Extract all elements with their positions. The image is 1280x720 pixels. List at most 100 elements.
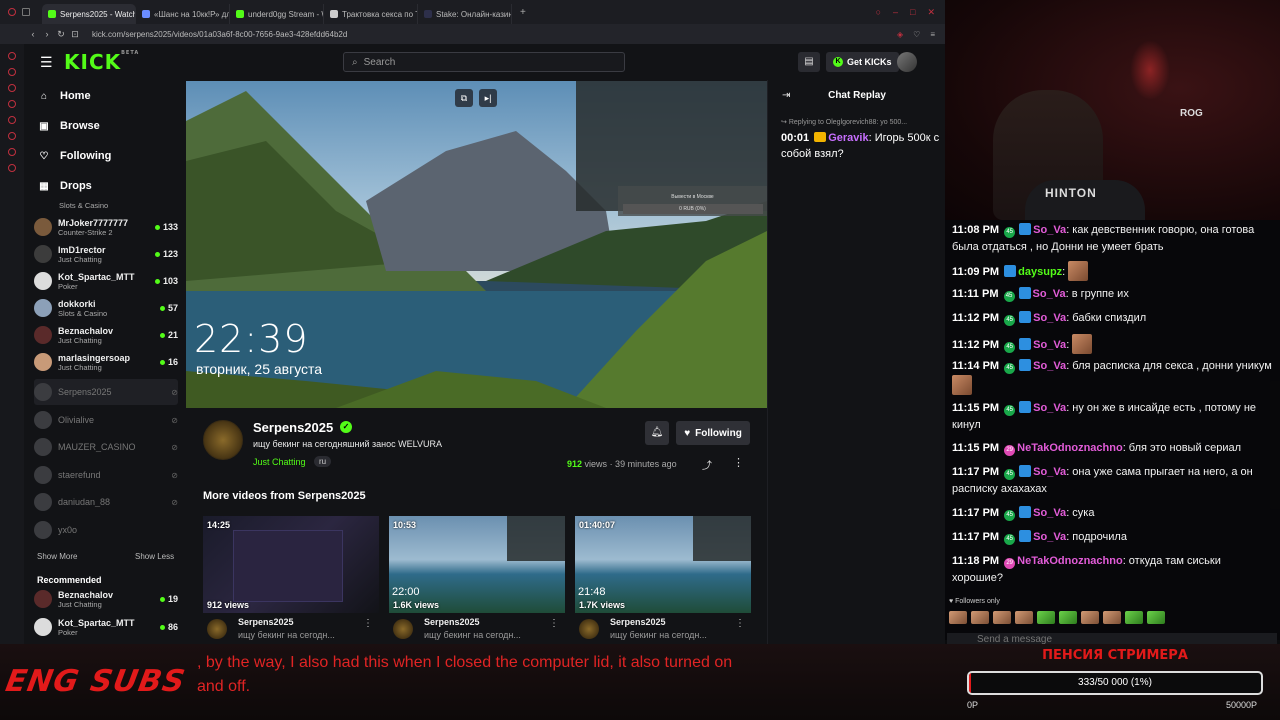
more-videos-heading: More videos from Serpens2025 — [203, 490, 366, 502]
chat-message: 11:18 PM 29 NeTakOdnoznachno: откуда там … — [952, 555, 1221, 584]
channel-item[interactable]: MrJoker7777777 Counter-Strike 2 133 — [34, 214, 178, 240]
channel-item[interactable]: Beznachalov Just Chatting 21 — [34, 322, 178, 348]
minimize-icon[interactable]: – — [893, 7, 898, 18]
skip-icon[interactable]: ▸| — [479, 89, 497, 107]
goal-title: ПЕНСИЯ СТРИМЕРА — [1042, 648, 1188, 663]
emote-icon[interactable] — [1015, 611, 1033, 624]
reload-icon[interactable]: ↻ — [54, 29, 68, 40]
emote-icon[interactable] — [949, 611, 967, 624]
follow-button[interactable]: ♥ Following — [676, 421, 750, 445]
emote-icon[interactable] — [971, 611, 989, 624]
get-kicks-button[interactable]: K Get KICKs — [826, 52, 899, 72]
maximize-icon[interactable]: □ — [910, 7, 915, 18]
close-icon[interactable]: ✕ — [927, 7, 935, 18]
heart-icon[interactable]: ♡ — [913, 30, 920, 39]
live-dot-icon — [154, 278, 160, 284]
show-less-button[interactable]: Show Less — [135, 552, 174, 561]
browser-controls — [0, 8, 42, 16]
emote-icon[interactable] — [993, 611, 1011, 624]
language-tag[interactable]: ru — [314, 456, 332, 467]
browser-tab[interactable]: underd0gg Stream - Watc — [230, 4, 324, 24]
emote-icon[interactable] — [1081, 611, 1099, 624]
video-card[interactable]: 14:25 912 views Serpens2025 ищу бекинг на… — [203, 516, 379, 645]
channel-name[interactable]: Serpens2025 — [253, 420, 333, 435]
more-options-icon[interactable]: ⋮ — [735, 618, 745, 629]
tabs-icon[interactable] — [22, 8, 30, 16]
emote-icon[interactable] — [1125, 611, 1143, 624]
search-tabs-icon[interactable]: ○ — [876, 7, 881, 18]
sidebar-app-icon[interactable] — [8, 100, 16, 108]
emote-icon[interactable] — [1059, 611, 1077, 624]
adblock-icon[interactable]: ◈ — [897, 30, 903, 39]
stream-category[interactable]: Just Chatting — [253, 457, 306, 467]
search-bar[interactable]: ⌕ — [343, 52, 625, 72]
more-options-icon[interactable]: ⋮ — [363, 618, 373, 629]
notification-bell-button[interactable]: 🔔︎ — [645, 421, 669, 445]
dashboard-icon[interactable]: ▤ — [798, 52, 820, 72]
chat-replay-panel: ⇥ Chat Replay ↪ Replying to Oleglgorevic… — [767, 80, 945, 644]
video-card[interactable]: 21:48 01:40:07 1.7K views Serpens2025 ищу… — [575, 516, 751, 645]
sidebar-app-icon[interactable] — [8, 132, 16, 140]
channel-item[interactable]: ImD1rector Just Chatting 123 — [34, 241, 178, 267]
channel-item-offline[interactable]: daniudan_88 ⊘ — [34, 489, 178, 515]
channel-item-offline[interactable]: Serpens2025 ⊘ — [34, 379, 178, 405]
sub-badge-icon: 45 — [1004, 534, 1016, 545]
sidebar-app-icon[interactable] — [8, 84, 16, 92]
show-more-button[interactable]: Show More — [37, 552, 77, 561]
sidebar-app-icon[interactable] — [8, 52, 16, 60]
avatar — [34, 326, 52, 344]
channel-avatar[interactable] — [203, 420, 243, 460]
kick-logo[interactable]: KICKBETA — [64, 50, 139, 74]
sidebar-item-home[interactable]: ⌂ Home — [38, 90, 91, 102]
browser-tab[interactable]: Stake: Онлайн-казино и с — [418, 4, 512, 24]
emote-icon[interactable] — [1147, 611, 1165, 624]
channel-item-offline[interactable]: yx0o — [34, 517, 178, 543]
offline-icon: ⊘ — [171, 470, 178, 480]
emote-icon[interactable] — [1103, 611, 1121, 624]
video-thumbnail[interactable]: 14:25 912 views — [203, 516, 379, 613]
channel-item-offline[interactable]: MAUZER_CASINO ⊘ — [34, 434, 178, 460]
more-options-icon[interactable]: ⋮ — [733, 456, 744, 469]
video-thumbnail[interactable]: 21:48 01:40:07 1.7K views — [575, 516, 751, 613]
channel-item[interactable]: Kot_Spartac_MTT Poker 86 — [34, 614, 178, 640]
pickaxe-badge-icon — [1019, 465, 1032, 477]
menu-icon[interactable]: ≡ — [930, 30, 935, 39]
back-icon[interactable]: ‹ — [26, 29, 40, 39]
video-thumbnail[interactable]: 22:00 10:53 1.6K views — [389, 516, 565, 613]
sidebar-item-following[interactable]: ♡ Following — [38, 150, 112, 162]
opera-icon[interactable] — [8, 8, 16, 16]
emote-icon[interactable] — [1037, 611, 1055, 624]
video-player[interactable]: Вывести в Москве 0 RUB (0%) 22:39 вторник… — [186, 81, 767, 408]
viewer-count: 21 — [159, 330, 178, 340]
sidebar-app-icon[interactable] — [8, 148, 16, 156]
more-options-icon[interactable]: ⋮ — [549, 618, 559, 629]
channel-item-offline[interactable]: staerefund ⊘ — [34, 462, 178, 488]
new-tab-button[interactable]: + — [512, 7, 534, 18]
channel-item[interactable]: Beznachalov Just Chatting 19 — [34, 586, 178, 612]
user-avatar[interactable] — [897, 52, 917, 72]
share-icon[interactable]: ⤴ — [702, 457, 712, 472]
channel-item-offline[interactable]: Olivialive ⊘ — [34, 407, 178, 433]
browser-tab[interactable]: Трактовка секса по Таро — [324, 4, 418, 24]
browser-tab[interactable]: «Шанс на 10кк!Р» для зрит — [136, 4, 230, 24]
sidebar-item-browse[interactable]: ▣ Browse — [38, 120, 99, 132]
browser-tab[interactable]: Serpens2025 - Watch — [42, 4, 136, 24]
sidebar-app-icon[interactable] — [8, 68, 16, 76]
hamburger-menu-icon[interactable]: ☰ — [40, 54, 53, 71]
sidebar-item-drops[interactable]: ▦ Drops — [38, 180, 92, 192]
sidebar-app-icon[interactable] — [8, 116, 16, 124]
sidebar-app-icon[interactable] — [8, 164, 16, 172]
sub-badge-icon: 45 — [1004, 363, 1016, 374]
forward-icon[interactable]: › — [40, 29, 54, 39]
video-card[interactable]: 22:00 10:53 1.6K views Serpens2025 ищу бе… — [389, 516, 565, 645]
channel-item[interactable]: Kot_Spartac_MTT Poker 103 — [34, 268, 178, 294]
channel-item[interactable]: dokkorki Slots & Casino 57 — [34, 295, 178, 321]
search-input[interactable] — [363, 56, 604, 68]
channel-item[interactable]: marlasingersoap Just Chatting 16 — [34, 349, 178, 375]
channel-category: Slots & Casino — [59, 201, 109, 210]
thumbnail-clock: 21:48 — [578, 586, 606, 598]
offline-icon: ⊘ — [171, 442, 178, 452]
url-field[interactable]: kick.com/serpens2025/videos/01a03a6f-8c0… — [92, 30, 347, 39]
kicks-coin-icon: K — [833, 57, 843, 67]
pip-icon[interactable]: ⧉ — [455, 89, 473, 107]
